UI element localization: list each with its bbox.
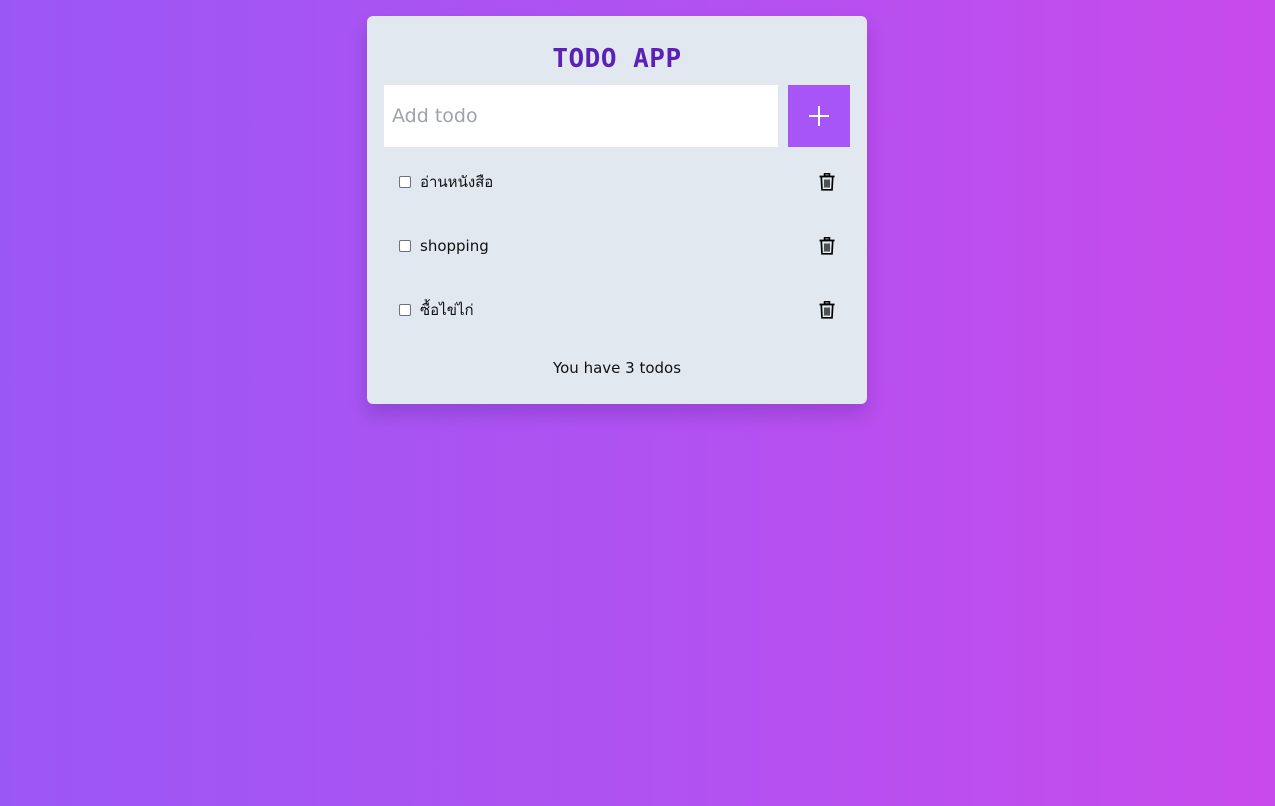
trash-icon[interactable] bbox=[819, 301, 835, 319]
add-todo-button[interactable] bbox=[788, 85, 850, 147]
todo-checkbox[interactable] bbox=[399, 176, 411, 188]
add-todo-input[interactable] bbox=[384, 85, 778, 147]
todo-count: You have 3 todos bbox=[552, 359, 682, 377]
trash-icon[interactable] bbox=[819, 237, 835, 255]
todo-checkbox[interactable] bbox=[399, 240, 411, 252]
todo-item: ซื้อไข่ไก่ bbox=[384, 279, 850, 343]
todo-card: TODO APP อ่านหนังสือ shopping bbox=[367, 16, 867, 404]
plus-icon bbox=[809, 106, 829, 126]
todo-text: อ่านหนังสือ bbox=[420, 173, 494, 191]
todo-list: อ่านหนังสือ shopping ซื้อไข่ไก่ bbox=[384, 151, 850, 343]
app-title: TODO APP bbox=[552, 44, 682, 74]
todo-text: shopping bbox=[420, 237, 489, 255]
todo-checkbox[interactable] bbox=[399, 304, 411, 316]
todo-item: shopping bbox=[384, 215, 850, 279]
trash-icon[interactable] bbox=[819, 173, 835, 191]
todo-text: ซื้อไข่ไก่ bbox=[420, 301, 474, 319]
todo-item: อ่านหนังสือ bbox=[384, 151, 850, 215]
